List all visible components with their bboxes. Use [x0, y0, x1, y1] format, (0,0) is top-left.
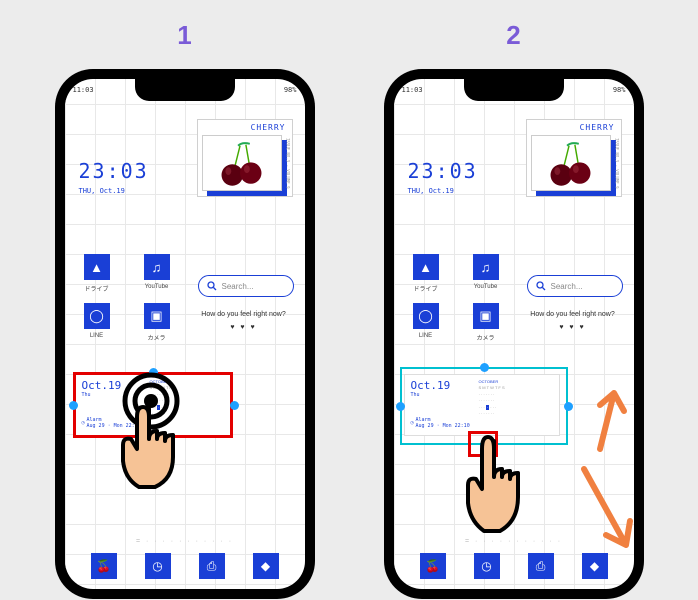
- app-line[interactable]: ◯ LINE: [75, 303, 119, 342]
- dock-app[interactable]: 🍒: [91, 553, 117, 579]
- app-label: YouTube: [464, 284, 508, 290]
- drive-icon: ▲: [84, 254, 110, 280]
- mood-text: How do you feel right now?: [523, 311, 623, 318]
- app-camera[interactable]: ▣ カメラ: [135, 303, 179, 342]
- cherry-image: [202, 135, 282, 191]
- search-bar[interactable]: Search...: [527, 275, 623, 297]
- app-youtube[interactable]: ♫ YouTube: [135, 254, 179, 293]
- resize-handle[interactable]: [396, 402, 405, 411]
- app-camera[interactable]: ▣ カメラ: [464, 303, 508, 342]
- page-indicator[interactable]: = · · · · · · · · · · ·: [65, 538, 305, 545]
- app-label: ドライブ: [404, 284, 448, 293]
- app-label: LINE: [404, 333, 448, 339]
- app-label: ドライブ: [75, 284, 119, 293]
- camera-icon: ▣: [473, 303, 499, 329]
- app-drive[interactable]: ▲ ドライブ: [404, 254, 448, 293]
- camera-icon: ▣: [144, 303, 170, 329]
- app-label: カメラ: [135, 333, 179, 342]
- dock-app[interactable]: ◆: [253, 553, 279, 579]
- app-grid: ▲ ドライブ ♫ YouTube ◯ LINE ▣ カメラ: [75, 254, 179, 352]
- line-icon: ◯: [413, 303, 439, 329]
- app-label: カメラ: [464, 333, 508, 342]
- dock-app[interactable]: ⎙: [199, 553, 225, 579]
- phone-frame: 11:03 98% CHERRY ISSUE NO.3 - VOLUME 9: [55, 69, 315, 599]
- dock: 🍒 ◷ ⎙ ◆: [65, 553, 305, 579]
- app-label: LINE: [75, 333, 119, 339]
- notch: [464, 79, 564, 101]
- tap-hold-gesture-icon: [109, 369, 219, 499]
- dock-app[interactable]: ◷: [474, 553, 500, 579]
- search-placeholder: Search...: [551, 282, 583, 291]
- drag-gesture-icon: [456, 419, 556, 549]
- app-line[interactable]: ◯ LINE: [404, 303, 448, 342]
- cherry-label: CHERRY: [198, 120, 292, 135]
- mood-hearts: ♥ ♥ ♥: [194, 324, 294, 331]
- clock-time: 23:03: [408, 159, 478, 183]
- cherry-widget[interactable]: CHERRY ISSUE NO.3 - VOLUME 9: [197, 119, 293, 197]
- search-icon: [207, 281, 217, 291]
- mood-widget[interactable]: How do you feel right now? ♥ ♥ ♥: [194, 311, 294, 331]
- app-grid: ▲ ドライブ ♫ YouTube ◯ LINE ▣ カメラ: [404, 254, 508, 352]
- mood-hearts: ♥ ♥ ♥: [523, 324, 623, 331]
- app-youtube[interactable]: ♫ YouTube: [464, 254, 508, 293]
- resize-handle[interactable]: [480, 363, 489, 372]
- cherry-image: [531, 135, 611, 191]
- clock-date: THU, Oct.19: [79, 187, 149, 195]
- step-number-2: 2: [506, 20, 520, 51]
- phone-frame: 11:03 98% CHERRY ISSUE NO.3 - VOLUME 9: [384, 69, 644, 599]
- search-icon: [536, 281, 546, 291]
- step-number-1: 1: [177, 20, 191, 51]
- resize-handle[interactable]: [230, 401, 239, 410]
- clock-widget[interactable]: 23:03 THU, Oct.19: [79, 159, 149, 195]
- clock-time: 23:03: [79, 159, 149, 183]
- resize-arrow-down-icon: [570, 459, 634, 559]
- cherry-side-text: ISSUE NO.3 - VOLUME 9: [615, 138, 620, 189]
- line-icon: ◯: [84, 303, 110, 329]
- resize-arrow-up-icon: [570, 379, 630, 459]
- dock-app[interactable]: ⎙: [528, 553, 554, 579]
- search-placeholder: Search...: [222, 282, 254, 291]
- status-battery: 98%: [613, 86, 626, 94]
- status-battery: 98%: [284, 86, 297, 94]
- phone-screen[interactable]: 11:03 98% CHERRY ISSUE NO.3 - VOLUME 9: [394, 79, 634, 589]
- dock-app[interactable]: 🍒: [420, 553, 446, 579]
- notch: [135, 79, 235, 101]
- music-icon: ♫: [473, 254, 499, 280]
- resize-handle[interactable]: [69, 401, 78, 410]
- phone-screen[interactable]: 11:03 98% CHERRY ISSUE NO.3 - VOLUME 9: [65, 79, 305, 589]
- cherry-label: CHERRY: [527, 120, 621, 135]
- cherry-widget[interactable]: CHERRY ISSUE NO.3 - VOLUME 9: [526, 119, 622, 197]
- search-bar[interactable]: Search...: [198, 275, 294, 297]
- mood-widget[interactable]: How do you feel right now? ♥ ♥ ♥: [523, 311, 623, 331]
- cherry-side-text: ISSUE NO.3 - VOLUME 9: [286, 138, 291, 189]
- mood-text: How do you feel right now?: [194, 311, 294, 318]
- app-drive[interactable]: ▲ ドライブ: [75, 254, 119, 293]
- app-label: YouTube: [135, 284, 179, 290]
- drive-icon: ▲: [413, 254, 439, 280]
- clock-widget[interactable]: 23:03 THU, Oct.19: [408, 159, 478, 195]
- dock-app[interactable]: ◷: [145, 553, 171, 579]
- status-time: 11:03: [73, 86, 94, 94]
- music-icon: ♫: [144, 254, 170, 280]
- clock-date: THU, Oct.19: [408, 187, 478, 195]
- status-time: 11:03: [402, 86, 423, 94]
